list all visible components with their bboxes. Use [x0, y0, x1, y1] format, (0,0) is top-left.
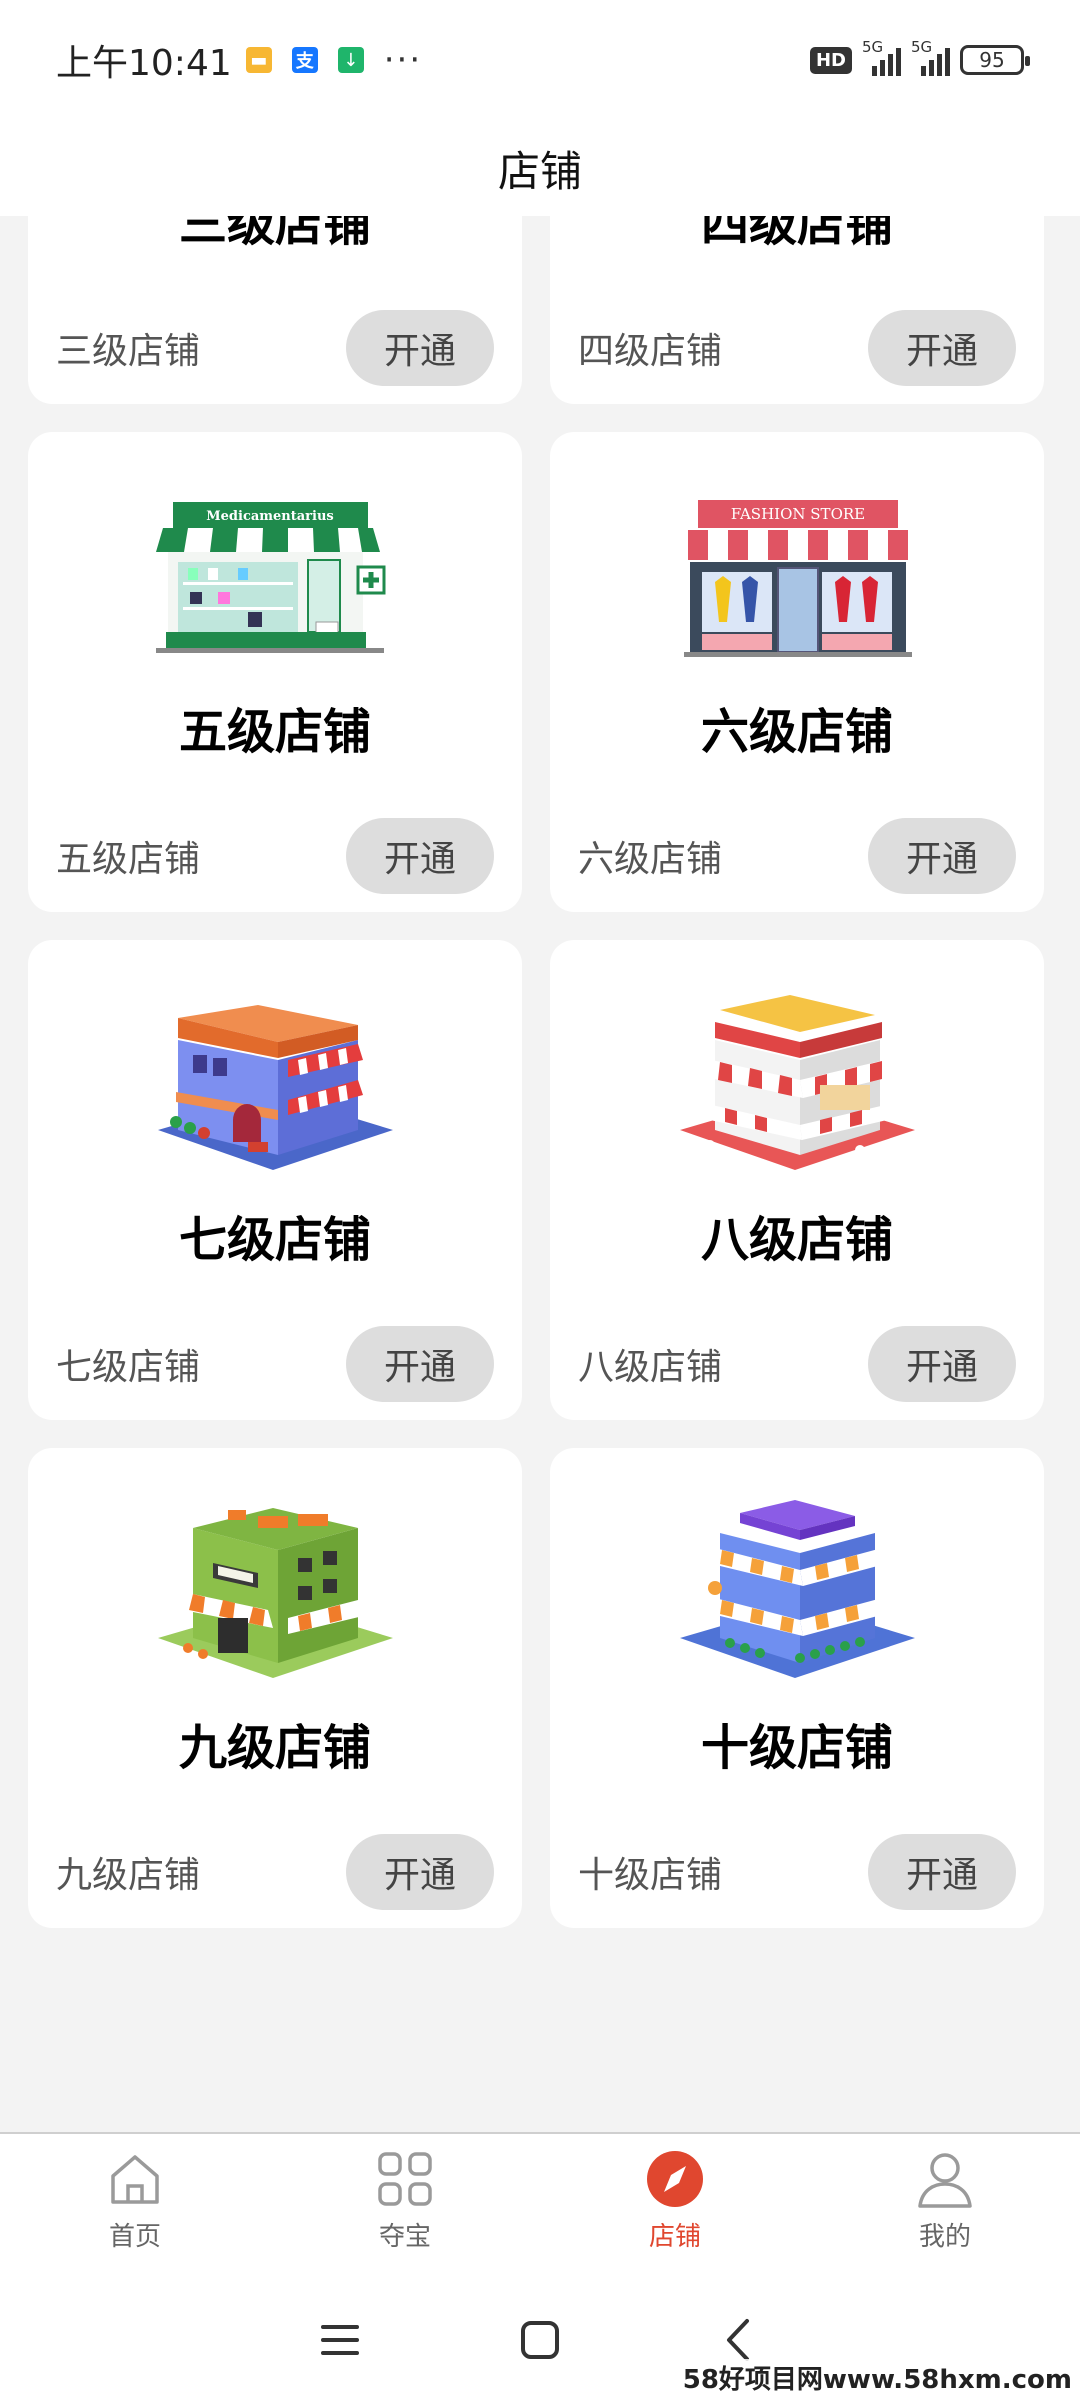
alipay-icon: 支	[291, 47, 318, 73]
shop-desc: 八级店铺	[578, 1347, 723, 1388]
shop-card-level-6[interactable]: FASHION STORE 六级店铺 六级店铺 开通	[550, 432, 1044, 912]
download-icon: ↓	[337, 47, 364, 73]
open-button[interactable]: 开通	[868, 818, 1016, 894]
home-square-icon[interactable]	[515, 2315, 565, 2365]
shop-title: 八级店铺	[700, 1212, 893, 1268]
tab-label: 夺宝	[378, 2222, 431, 2252]
store-sign: FASHION STORE	[731, 505, 865, 523]
shop-desc: 五级店铺	[56, 839, 201, 880]
shop-title: 七级店铺	[178, 1212, 371, 1268]
tab-label: 首页	[108, 2222, 161, 2252]
shop-card-level-10[interactable]: 十级店铺 十级店铺 开通	[550, 1448, 1044, 1928]
shop-grid: 三级店铺 三级店铺 开通 四级店铺 四级店铺 开通 Medicamentariu…	[28, 216, 1052, 1928]
user-icon	[918, 2153, 972, 2208]
page-title: 店铺	[497, 146, 582, 196]
shop-card-level-7[interactable]: 七级店铺 七级店铺 开通	[28, 940, 522, 1420]
shop-desc: 六级店铺	[578, 839, 723, 880]
open-button[interactable]: 开通	[346, 1834, 494, 1910]
shop-title: 四级店铺	[700, 216, 893, 252]
shop-building-image	[158, 1508, 393, 1678]
menu-icon[interactable]	[315, 2315, 365, 2365]
shop-desc: 十级店铺	[578, 1855, 723, 1896]
hd-badge: HD	[809, 46, 852, 74]
fashion-store-image: FASHION STORE	[684, 500, 912, 657]
tab-label: 我的	[918, 2222, 971, 2252]
open-button[interactable]: 开通	[868, 1834, 1016, 1910]
store-sign: Medicamentarius	[206, 509, 334, 524]
shop-card-level-3[interactable]: 三级店铺 三级店铺 开通	[28, 216, 522, 404]
shop-desc: 三级店铺	[56, 331, 201, 372]
shop-title: 五级店铺	[178, 704, 371, 760]
status-bar: 上午10:41 ▬ 支 ↓ ··· HD 5G 5G 95	[0, 0, 1080, 120]
open-button[interactable]: 开通	[346, 310, 494, 386]
tab-mine[interactable]: 我的	[810, 2134, 1080, 2280]
compass-icon	[647, 2151, 703, 2207]
shop-title: 十级店铺	[700, 1720, 893, 1776]
home-icon	[111, 2155, 159, 2204]
pharmacy-store-image: Medicamentarius	[156, 502, 386, 653]
notification-icons: ▬ 支 ↓ ···	[245, 40, 423, 80]
shop-title: 六级店铺	[700, 704, 893, 760]
message-icon: ▬	[245, 47, 272, 73]
open-button[interactable]: 开通	[346, 1326, 494, 1402]
bottom-tab-bar: 首页 夺宝 店铺 我的	[0, 2132, 1080, 2280]
page-header: 店铺	[0, 120, 1080, 216]
shop-desc: 九级店铺	[56, 1855, 201, 1896]
signal-icon: 5G	[911, 38, 950, 76]
shop-building-image	[680, 995, 915, 1170]
open-button[interactable]: 开通	[868, 310, 1016, 386]
shop-card-level-5[interactable]: Medicamentarius 五级店铺 五级店铺 开通	[28, 432, 522, 912]
tab-label: 店铺	[648, 2222, 701, 2252]
tab-treasure[interactable]: 夺宝	[270, 2134, 540, 2280]
battery-icon: 95	[960, 45, 1030, 75]
shop-card-level-8[interactable]: 八级店铺 八级店铺 开通	[550, 940, 1044, 1420]
shop-building-image	[680, 1500, 915, 1678]
more-icon: ···	[383, 40, 423, 80]
shop-building-image	[158, 1005, 393, 1170]
open-button[interactable]: 开通	[868, 1326, 1016, 1402]
shop-desc: 七级店铺	[56, 1347, 201, 1388]
grid-icon	[378, 2152, 432, 2206]
status-time: 上午10:41	[56, 43, 232, 84]
signal-icon: 5G	[862, 38, 901, 76]
watermark: 58好项目网www.58hxm.com	[682, 2359, 1072, 2396]
back-icon[interactable]	[715, 2315, 765, 2365]
open-button[interactable]: 开通	[346, 818, 494, 894]
system-indicators: HD 5G 5G 95	[809, 38, 1030, 76]
shop-desc: 四级店铺	[578, 331, 723, 372]
shop-list[interactable]: 三级店铺 三级店铺 开通 四级店铺 四级店铺 开通 Medicamentariu…	[0, 216, 1080, 2132]
shop-title: 九级店铺	[178, 1720, 371, 1776]
tab-shop[interactable]: 店铺	[540, 2134, 810, 2280]
tab-home[interactable]: 首页	[0, 2134, 270, 2280]
shop-card-level-4[interactable]: 四级店铺 四级店铺 开通	[550, 216, 1044, 404]
shop-card-level-9[interactable]: 九级店铺 九级店铺 开通	[28, 1448, 522, 1928]
shop-title: 三级店铺	[178, 216, 371, 252]
